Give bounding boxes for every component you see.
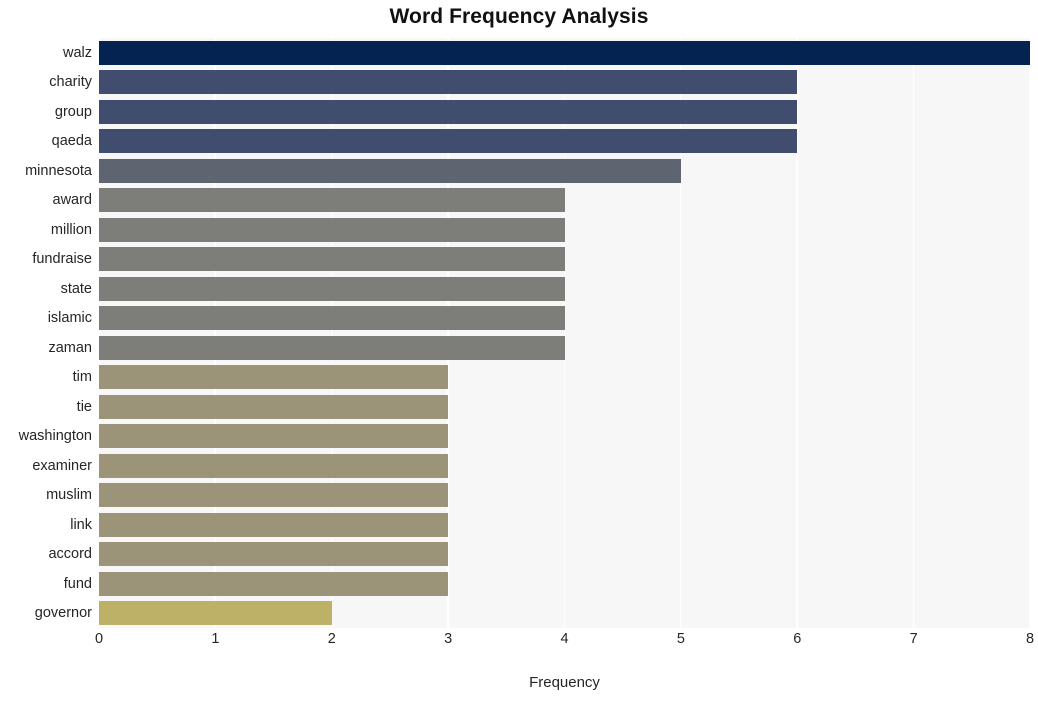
bar-row (99, 247, 1030, 272)
bar-group (99, 99, 798, 124)
bar-row (99, 306, 1030, 331)
bar-zaman (99, 335, 565, 360)
y-tick-label-washington: washington (18, 428, 92, 445)
bar-walz (99, 40, 1030, 65)
bar-row (99, 601, 1030, 626)
y-tick-label-award: award (52, 192, 93, 209)
y-axis-tick-labels: walz charity group qaeda minnesota award milli… (0, 38, 92, 628)
bar-washington (99, 424, 449, 449)
x-tick-label-5: 5 (676, 631, 685, 647)
bar-minnesota (99, 158, 681, 183)
bar-governor (99, 601, 332, 626)
y-tick-label-group: group (54, 103, 92, 120)
bar-row (99, 70, 1030, 95)
y-tick-label-tim: tim (72, 369, 92, 386)
x-axis-title: Frequency (529, 674, 600, 691)
x-tick-label-1: 1 (211, 631, 220, 647)
chart-title: Word Frequency Analysis (389, 5, 649, 28)
bar-row (99, 542, 1030, 567)
bar-award (99, 188, 565, 213)
y-tick-label-tie: tie (76, 398, 92, 415)
bar-row (99, 40, 1030, 65)
y-tick-label-million: million (50, 221, 92, 238)
bar-million (99, 217, 565, 242)
bar-row (99, 276, 1030, 301)
bar-row (99, 188, 1030, 213)
bar-row (99, 365, 1030, 390)
x-tick-label-6: 6 (793, 631, 802, 647)
y-tick-label-walz: walz (62, 44, 92, 61)
bar-link (99, 512, 449, 537)
y-tick-label-minnesota: minnesota (25, 162, 92, 179)
bar-row (99, 424, 1030, 449)
y-tick-label-charity: charity (49, 74, 92, 91)
y-tick-label-fundraise: fundraise (32, 251, 92, 268)
x-tick-label-0: 0 (94, 631, 104, 647)
bar-examiner (99, 453, 449, 478)
bar-row (99, 217, 1030, 242)
bar-fund (99, 571, 449, 596)
bar-muslim (99, 483, 449, 508)
y-tick-label-qaeda: qaeda (51, 133, 92, 150)
plot-area (99, 38, 1030, 628)
bar-row (99, 99, 1030, 124)
x-tick-label-4: 4 (560, 631, 569, 647)
bar-row (99, 453, 1030, 478)
y-tick-label-fund: fund (63, 575, 92, 592)
bar-accord (99, 542, 449, 567)
bar-row (99, 394, 1030, 419)
bar-qaeda (99, 129, 798, 154)
bar-tim (99, 365, 449, 390)
x-tick-label-8: 8 (1025, 631, 1035, 647)
y-tick-label-muslim: muslim (46, 487, 92, 504)
bar-state (99, 276, 565, 301)
y-tick-label-state: state (60, 280, 92, 297)
bar-row (99, 335, 1030, 360)
y-tick-label-islamic: islamic (47, 310, 92, 327)
bar-row (99, 512, 1030, 537)
bar-fundraise (99, 247, 565, 272)
x-tick-label-7: 7 (909, 631, 918, 647)
bar-charity (99, 70, 798, 95)
y-tick-label-link: link (70, 516, 92, 533)
x-tick-label-3: 3 (444, 631, 453, 647)
bar-tie (99, 394, 449, 419)
bar-row (99, 158, 1030, 183)
bar-islamic (99, 306, 565, 331)
y-tick-label-examiner: examiner (32, 457, 92, 474)
x-axis-tick-labels: 0 1 2 3 4 5 6 7 8 (95, 631, 1034, 656)
y-tick-label-zaman: zaman (48, 339, 92, 356)
bar-row (99, 571, 1030, 596)
y-tick-label-governor: governor (34, 605, 92, 622)
bar-row (99, 483, 1030, 508)
bar-row (99, 129, 1030, 154)
word-frequency-chart: Word Frequency Analysis walz charity group… (0, 0, 1038, 701)
x-tick-label-2: 2 (327, 631, 336, 647)
bars-layer (99, 38, 1030, 628)
y-tick-label-accord: accord (48, 546, 92, 563)
